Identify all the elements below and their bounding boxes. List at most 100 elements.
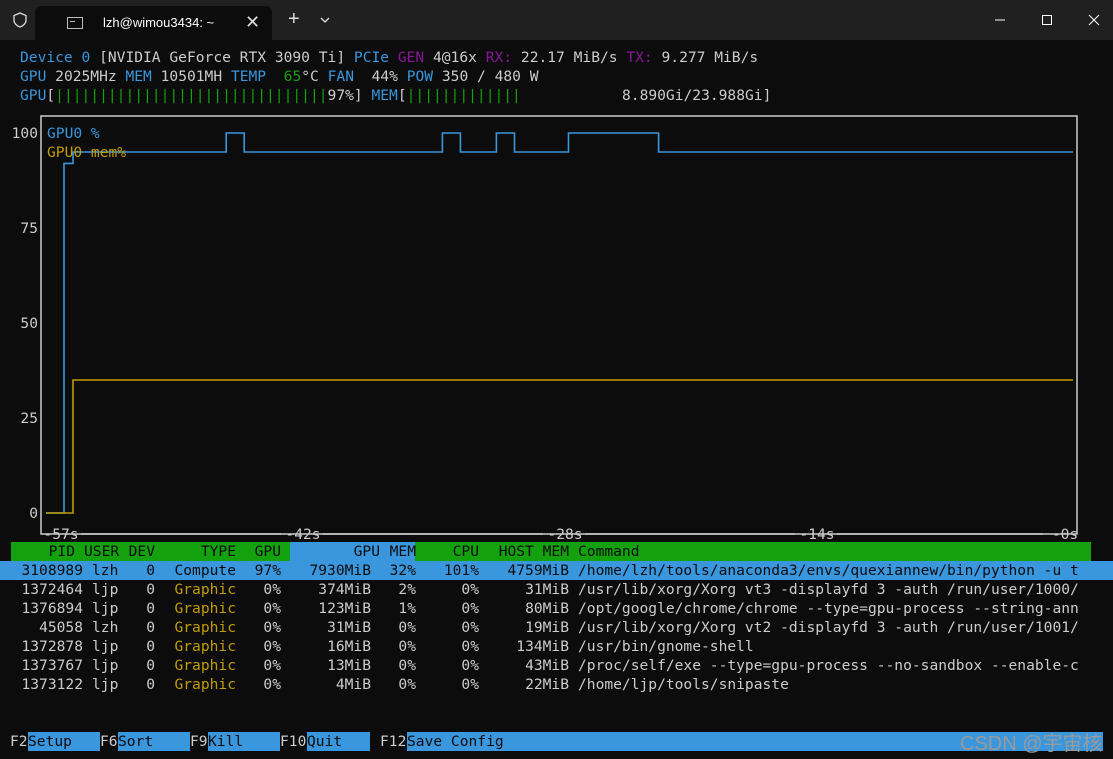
process-command: /proc/self/exe --type=gpu-process --no-s…	[578, 657, 1079, 674]
x-tick-label: -28s	[547, 526, 582, 542]
x-tick-label: -0s	[1052, 526, 1078, 542]
mem-clock-label: MEM	[125, 68, 152, 85]
process-cell: 0%	[398, 676, 416, 693]
process-cell: lzh	[92, 619, 119, 636]
process-cell: 0%	[398, 638, 416, 655]
process-cell: 0	[146, 562, 155, 579]
process-cell: 123MiB	[318, 600, 371, 617]
column-header: PID	[48, 543, 75, 560]
fan-value: 44%	[371, 68, 398, 85]
process-cell: 1372878	[21, 638, 83, 655]
minimize-icon[interactable]	[990, 10, 1010, 30]
process-cell: ljp	[92, 600, 119, 617]
column-header: Command	[578, 543, 640, 560]
process-cell: 0%	[263, 600, 281, 617]
process-row[interactable]: 45058 lzh 0 Graphic 0% 31MiB 0% 0% 19MiB/usr/lib…	[0, 618, 1113, 637]
series-line-gpu	[46, 132, 1073, 514]
pow-value: 350 / 480 W	[441, 68, 539, 85]
usage-bars-line: GPU[|||||||||||||||||||||||||||||||97%] …	[20, 87, 521, 104]
mem-usage-bar: |||||||||||||	[406, 87, 521, 104]
gen-label: GEN	[397, 49, 425, 66]
process-cell: 1373767	[21, 657, 83, 674]
process-row[interactable]: 1373767 ljp 0 Graphic 0% 13MiB 0% 0% 43MiB/proc/…	[0, 656, 1113, 675]
chevron-down-icon[interactable]	[318, 13, 332, 27]
process-cell: 16MiB	[327, 638, 371, 655]
process-cell: 4759MiB	[507, 562, 569, 579]
process-row[interactable]: 1372878 ljp 0 Graphic 0% 16MiB 0% 0% 134MiB/usr/…	[0, 637, 1113, 656]
gen-value: 4@16x	[433, 49, 477, 66]
process-cell: ljp	[92, 581, 119, 598]
process-cell: 0%	[461, 638, 479, 655]
process-command: /usr/lib/xorg/Xorg vt2 -displayfd 3 -aut…	[578, 619, 1079, 636]
process-cell: 134MiB	[516, 638, 569, 655]
process-cell: Graphic	[174, 600, 236, 617]
close-tab-icon[interactable]: ✕	[245, 12, 260, 33]
maximize-icon[interactable]	[1037, 10, 1057, 30]
process-command: /usr/lib/xorg/Xorg vt3 -displayfd 3 -aut…	[578, 581, 1079, 598]
process-cell: 0%	[263, 676, 281, 693]
process-cell: ljp	[92, 657, 119, 674]
process-cell: 374MiB	[318, 581, 371, 598]
process-cell: 19MiB	[525, 619, 569, 636]
setup-button[interactable]: Setup	[28, 732, 100, 751]
process-cell: 101%	[443, 562, 479, 579]
process-cell: 0	[146, 676, 155, 693]
pow-label: POW	[406, 68, 434, 85]
process-cell: 0	[146, 638, 155, 655]
gpu-usage-pct: 97%	[327, 87, 354, 104]
process-cell: 4MiB	[335, 676, 371, 693]
device-line: Device 0 [NVIDIA GeForce RTX 3090 Ti] PC…	[20, 48, 758, 67]
gpu-usage-bar: |||||||||||||||||||||||||||||||	[55, 87, 328, 104]
process-cell: 0	[146, 600, 155, 617]
process-cell: lzh	[92, 562, 119, 579]
mem-bar-label: MEM	[371, 87, 398, 104]
process-cell: 0%	[461, 676, 479, 693]
process-cell: 43MiB	[525, 657, 569, 674]
gpu-usage-chart: 100 75 50 25 0 -57s -42s -28s -14s -0s GPU0 % GPU0 …	[12, 115, 1078, 542]
new-tab-button[interactable]: +	[288, 8, 300, 31]
process-row[interactable]: 1373122 ljp 0 Graphic 0% 4MiB 0% 0% 22MiB/home/l…	[0, 675, 1113, 694]
process-cell: 1372464	[21, 581, 83, 598]
gpu-clock-label: GPU	[20, 68, 47, 85]
process-cell: 0%	[461, 657, 479, 674]
x-tick-label: -14s	[799, 526, 834, 542]
close-window-icon[interactable]	[1084, 10, 1104, 30]
x-tick-label: -42s	[285, 526, 320, 542]
terminal-tab[interactable]: lzh@wimou3434: ~ ✕	[35, 6, 272, 40]
sort-button[interactable]: Sort	[118, 732, 190, 751]
quit-button[interactable]: Quit	[307, 732, 370, 751]
mem-clock-value: 10501MH	[160, 68, 223, 85]
process-cell: 13MiB	[327, 657, 371, 674]
process-cell: Graphic	[174, 676, 236, 693]
column-header: USER	[84, 543, 120, 560]
legend-entry: GPU0 mem%	[47, 144, 126, 161]
process-row[interactable]: 1376894 ljp 0 Graphic 0% 123MiB 1% 0% 80MiB/opt/…	[0, 599, 1113, 618]
process-cell: 7930MiB	[309, 562, 371, 579]
process-cell: 1%	[398, 600, 416, 617]
y-tick-label: 0	[29, 505, 38, 522]
process-command: /home/lzh/tools/anaconda3/envs/quexianne…	[578, 562, 1079, 579]
process-command: /usr/bin/gnome-shell	[578, 638, 754, 655]
process-cell: 0%	[461, 619, 479, 636]
column-header: CPU	[452, 543, 479, 560]
fkey-f9: F9	[190, 733, 208, 750]
mem-usage-value: 8.890Gi/23.988Gi	[622, 87, 763, 104]
process-row[interactable]: 1372464 ljp 0 Graphic 0% 374MiB 2% 0% 31MiB/usr/…	[0, 580, 1113, 599]
process-cell: Graphic	[174, 638, 236, 655]
process-cell: 3108989	[21, 562, 83, 579]
process-cell: 31MiB	[327, 619, 371, 636]
kill-button[interactable]: Kill	[208, 732, 280, 751]
y-tick-label: 50	[20, 315, 38, 332]
y-tick-label: 25	[20, 410, 38, 427]
fan-label: FAN	[327, 68, 354, 85]
device-label: Device 0	[20, 49, 91, 66]
pcie-label: PCIe	[353, 49, 390, 66]
process-cell: 0%	[263, 657, 281, 674]
process-cell: 0	[146, 581, 155, 598]
process-cell: 32%	[389, 562, 416, 579]
process-cell: 80MiB	[525, 600, 569, 617]
process-row[interactable]: 3108989 lzh 0 Compute 97% 7930MiB 32% 101% 4759M…	[0, 561, 1113, 580]
process-command: /home/ljp/tools/snipaste	[578, 676, 789, 693]
function-key-bar: F2 Setup F6 Sort F9 Kill F10 Quit F12 Save Config	[0, 732, 1113, 751]
process-cell: 0%	[263, 638, 281, 655]
